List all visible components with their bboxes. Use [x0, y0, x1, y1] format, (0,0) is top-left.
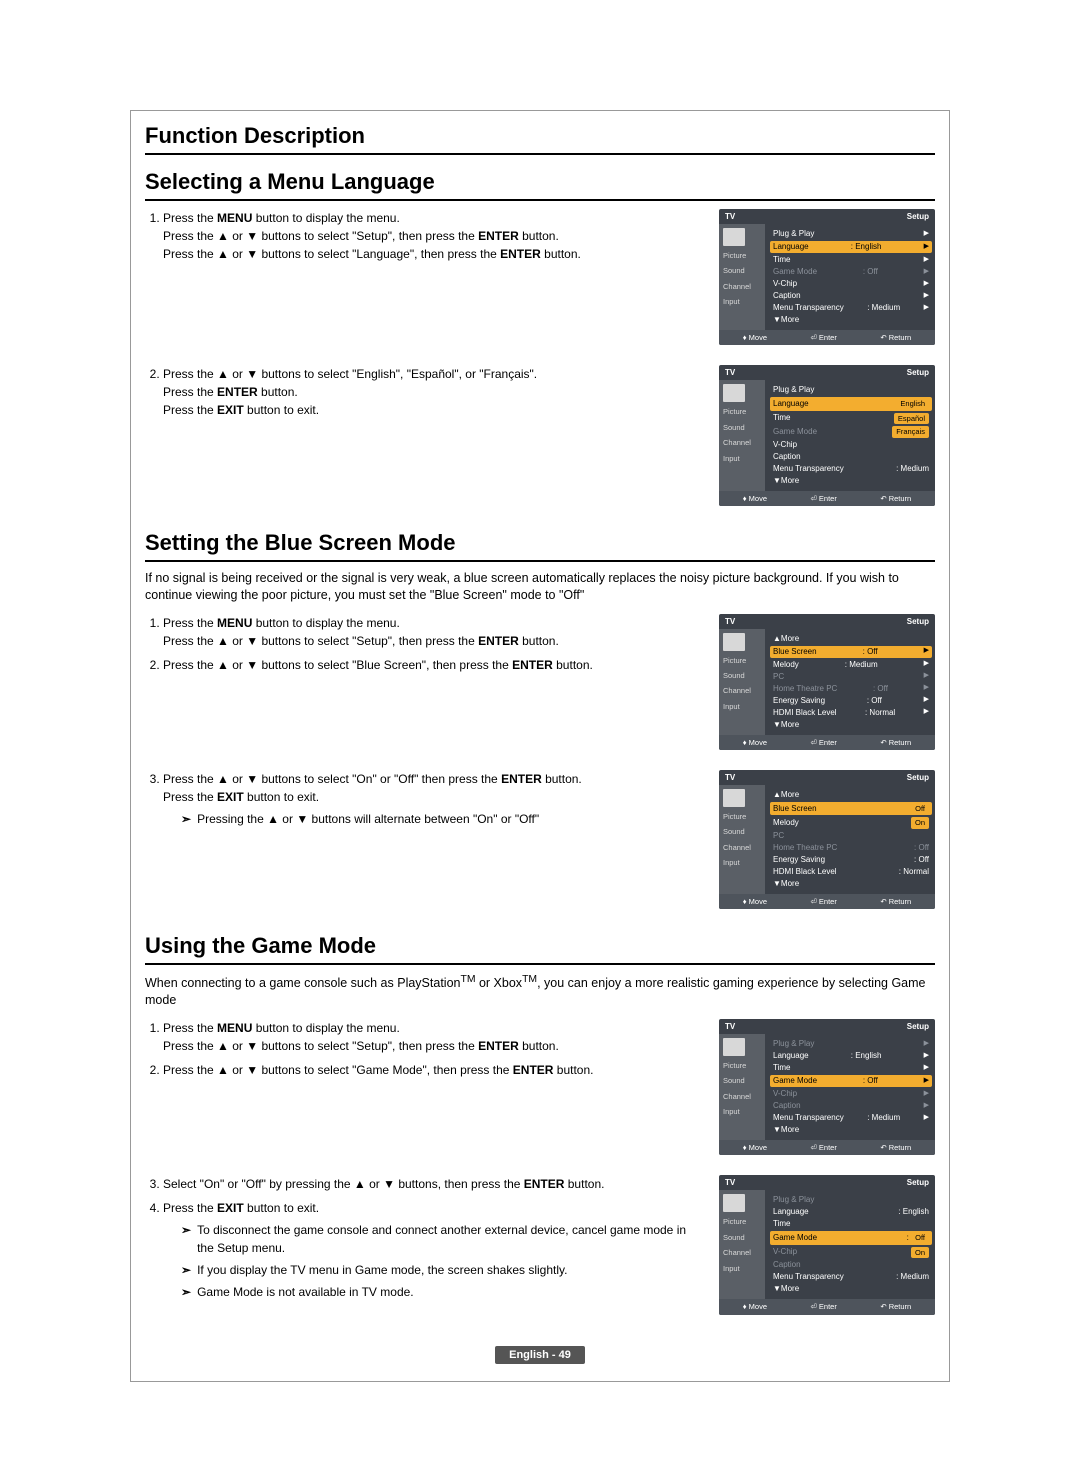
game-step-2: Press the ▲ or ▼ buttons to select "Game… — [163, 1061, 699, 1079]
blue-step-2: Press the ▲ or ▼ buttons to select "Blue… — [163, 656, 699, 674]
tv-language-options-menu: TVSetup Picture Sound Channel Input Plug… — [719, 365, 935, 506]
tv-setup-language-menu: TVSetup Picture Sound Channel Input Plug… — [719, 209, 935, 345]
game-step-1: Press the MENU button to display the men… — [163, 1019, 699, 1055]
blue-note: ➣Pressing the ▲ or ▼ buttons will altern… — [181, 810, 699, 828]
tv-game-mode-menu: TVSetup Picture Sound Channel Input Plug… — [719, 1019, 935, 1155]
game-step-3: Select "On" or "Off" by pressing the ▲ o… — [163, 1175, 699, 1193]
blue-step-3: Press the ▲ or ▼ buttons to select "On" … — [163, 770, 699, 828]
blue-screen-intro: If no signal is being received or the si… — [145, 570, 935, 604]
lang-step-1: Press the MENU button to display the men… — [163, 209, 699, 263]
manual-page: Function Description Selecting a Menu La… — [130, 110, 950, 1382]
game-step-4: Press the EXIT button to exit. ➣To disco… — [163, 1199, 699, 1301]
game-note-2: ➣If you display the TV menu in Game mode… — [181, 1261, 699, 1279]
game-mode-intro: When connecting to a game console such a… — [145, 973, 935, 1009]
game-note-3: ➣Game Mode is not available in TV mode. — [181, 1283, 699, 1301]
heading-function-description: Function Description — [145, 123, 935, 155]
tv-game-mode-options: TVSetup Picture Sound Channel Input Plug… — [719, 1175, 935, 1314]
heading-selecting-language: Selecting a Menu Language — [145, 169, 935, 201]
blue-step-1: Press the MENU button to display the men… — [163, 614, 699, 650]
page-footer: English - 49 — [145, 1347, 935, 1361]
heading-blue-screen: Setting the Blue Screen Mode — [145, 530, 935, 562]
heading-game-mode: Using the Game Mode — [145, 933, 935, 965]
lang-step-2: Press the ▲ or ▼ buttons to select "Engl… — [163, 365, 699, 419]
tv-blue-screen-options: TVSetup Picture Sound Channel Input ▲Mor… — [719, 770, 935, 909]
tv-blue-screen-menu: TVSetup Picture Sound Channel Input ▲Mor… — [719, 614, 935, 750]
game-note-1: ➣To disconnect the game console and conn… — [181, 1221, 699, 1257]
